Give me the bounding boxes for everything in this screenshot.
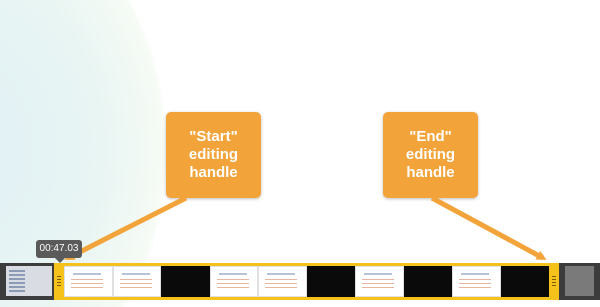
desktop-background — [0, 0, 600, 307]
filmstrip-frame — [452, 266, 501, 297]
current-time-tooltip: 00:47.03 — [36, 240, 82, 263]
filmstrip-frame — [112, 266, 161, 297]
filmstrip-frame — [64, 266, 113, 297]
grip-icon — [552, 276, 556, 287]
filmstrip-frame — [500, 266, 549, 297]
start-editing-handle[interactable] — [54, 263, 64, 300]
filmstrip-frame — [306, 266, 355, 297]
left-preview-thumbnail — [6, 266, 52, 296]
filmstrip-frame — [403, 266, 452, 297]
filmstrip-frame — [209, 266, 258, 297]
filmstrip-frame — [355, 266, 404, 297]
filmstrip-frames — [64, 266, 549, 297]
grip-icon — [57, 276, 61, 287]
start-handle-callout: "Start" editing handle — [166, 112, 261, 198]
right-preview-thumbnail — [565, 266, 594, 296]
end-handle-callout: "End" editing handle — [383, 112, 478, 198]
end-editing-handle[interactable] — [549, 263, 559, 300]
filmstrip-frame — [258, 266, 307, 297]
filmstrip-frame — [161, 266, 210, 297]
